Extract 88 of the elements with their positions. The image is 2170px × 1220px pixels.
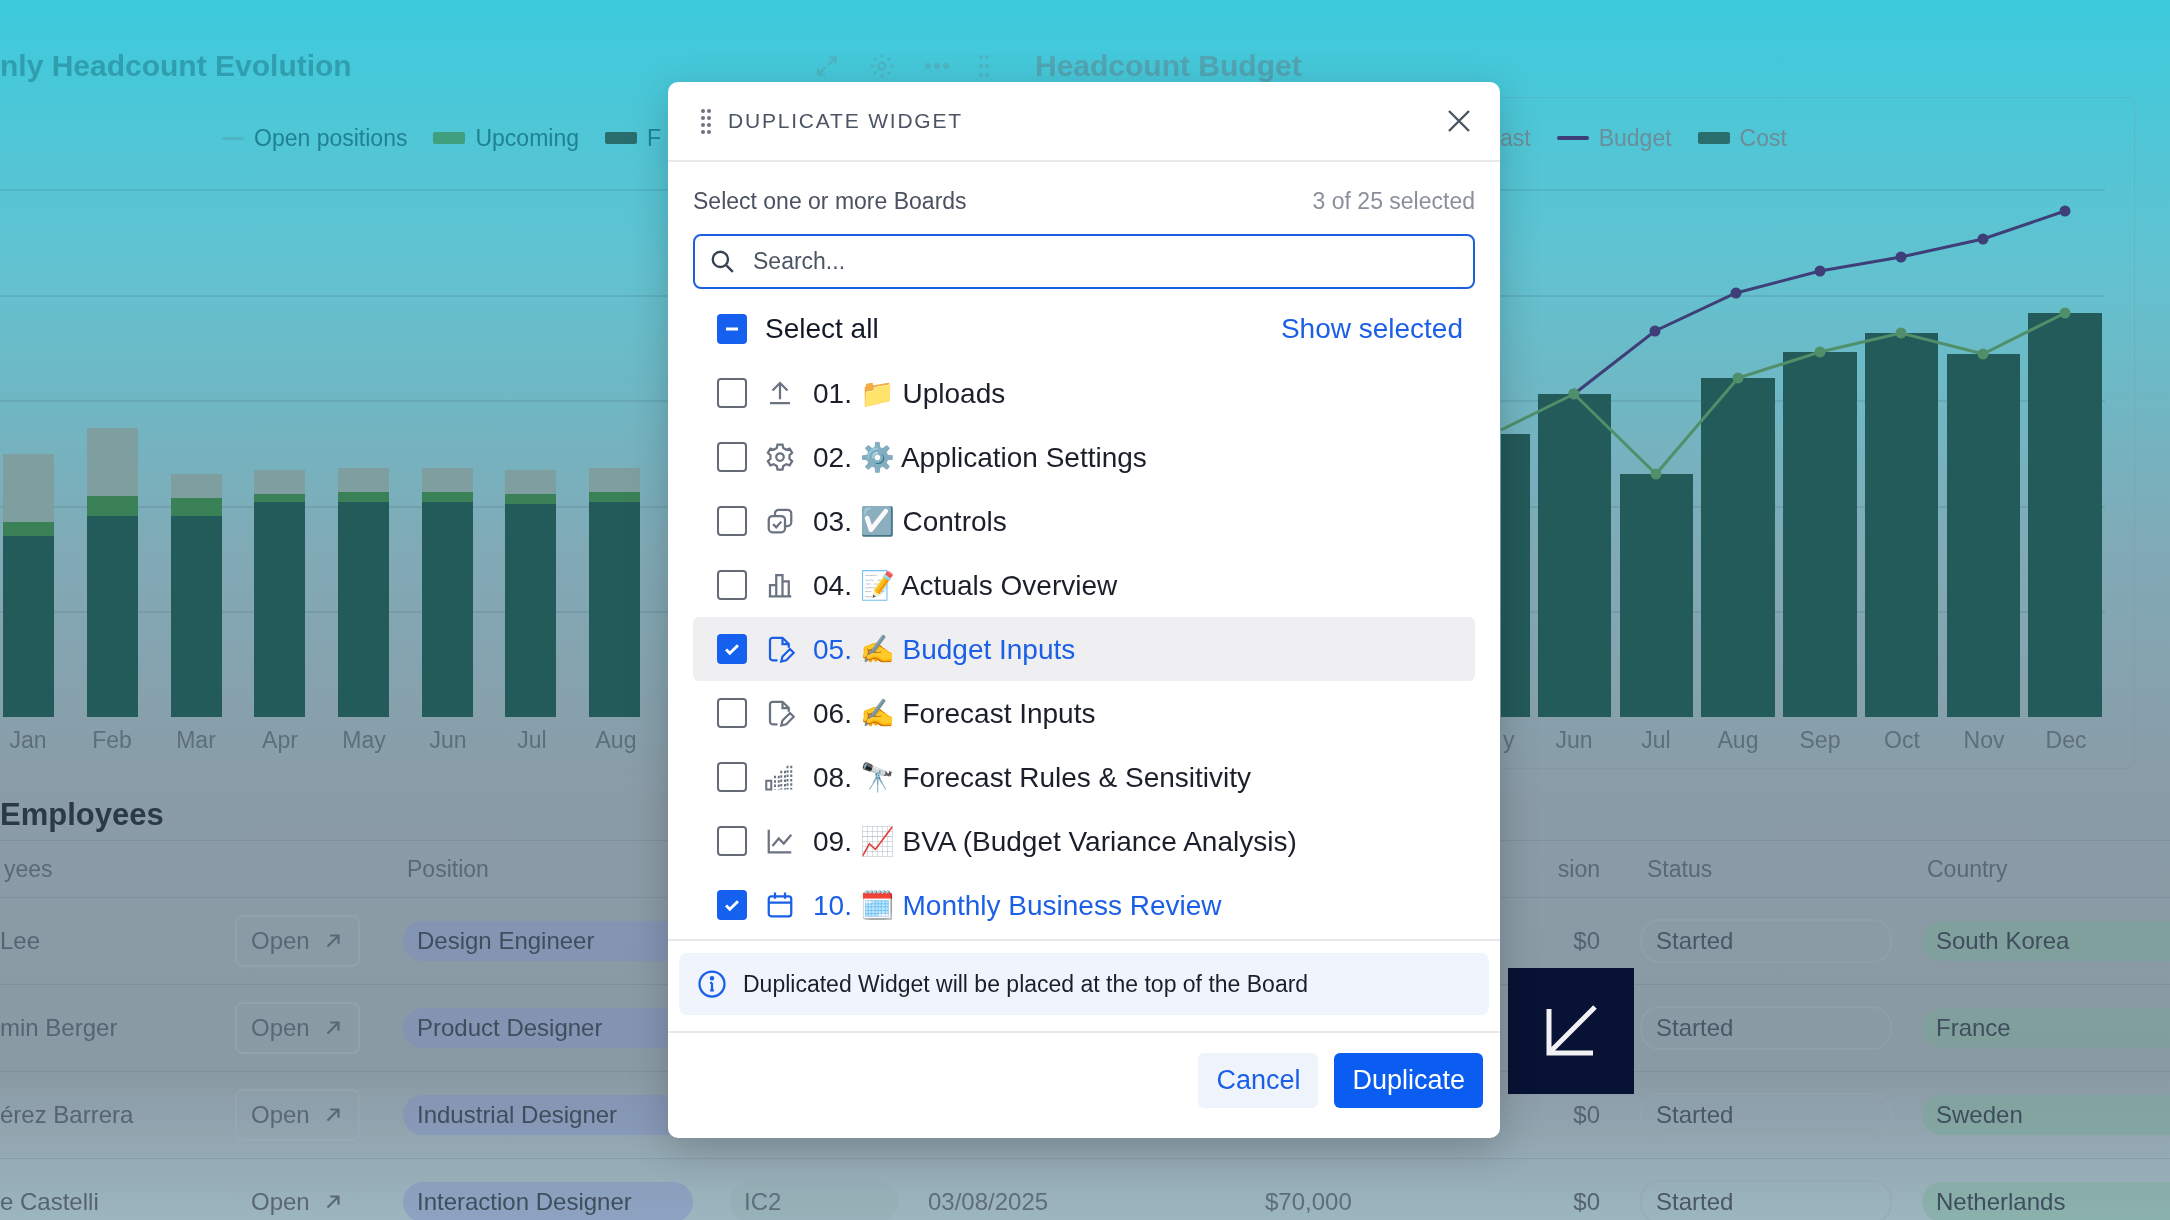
drag-handle-icon[interactable] [978,54,990,78]
data-point [1895,251,1907,263]
bar-segment [171,474,222,498]
amount-cell: $0 [1573,1101,1600,1129]
section-title: Employees [0,796,164,834]
board-label: 06. ✍ Forecast Inputs [813,696,1096,730]
legend-swatch [433,132,466,144]
checkbox[interactable] [717,442,747,472]
board-item[interactable]: 10. 🗓 Monthly Business Review [693,873,1475,937]
checkbox[interactable] [717,506,747,536]
status-tag: Started [1640,1006,1892,1050]
drag-handle-icon[interactable] [700,108,712,134]
checkbox[interactable] [717,378,747,408]
data-point [1730,287,1742,299]
board-label: 05. ✍ Budget Inputs [813,632,1076,666]
legend-label: Open positions [254,124,408,152]
prompt-text: Select one or more Boards [693,187,967,215]
checkbox[interactable] [717,698,747,728]
legend-swatch [605,132,637,144]
board-item[interactable]: 03. ☑ Controls [693,489,1475,553]
board-label: 10. 🗓 Monthly Business Review [813,888,1222,922]
board-item[interactable]: 02. ⚙ Application Settings [693,425,1475,489]
checkbox[interactable] [717,826,747,856]
data-point [1895,327,1907,339]
country-tag: France [1922,1008,2170,1048]
checkbox[interactable] [717,314,747,344]
data-point [2059,307,2071,319]
data-point [1814,346,1826,358]
board-item[interactable]: 05. ✍ Budget Inputs [693,617,1475,681]
search-field[interactable]: Search... [693,234,1475,289]
settings-icon [765,442,795,472]
employee-name: érez Barrera [0,1101,134,1129]
info-icon [697,969,727,999]
legend-label: Upcoming [475,124,579,152]
checkbox[interactable] [717,634,747,664]
board-label: 01. 📁 Uploads [813,376,1006,410]
collapse-button[interactable] [1508,968,1634,1094]
info-text: Duplicated Widget will be placed at the top of the Board [743,970,1309,998]
country-tag: South Korea [1922,921,2170,961]
copy-check-icon [765,506,795,536]
checkbox[interactable] [717,570,747,600]
board-item[interactable]: 09. 📈 BVA (Budget Variance Analysis) [693,809,1475,873]
status-tag: Started [1640,1180,1892,1220]
board-label: 02. ⚙ Application Settings [813,440,1147,474]
position-tag: Interaction Designer [403,1182,693,1220]
selection-count: 3 of 25 selected [1312,187,1475,215]
data-point [1977,348,1989,360]
search-icon [709,248,735,274]
legend-swatch [1697,132,1730,144]
board-label: 03. ☑ Controls [813,504,1007,538]
close-icon [1447,109,1471,133]
board-label: 09. 📈 BVA (Budget Variance Analysis) [813,824,1297,858]
board-item[interactable]: 06. ✍ Forecast Inputs [693,681,1475,745]
employee-name: e Castelli [0,1188,99,1216]
amount-cell: $70,000 [1265,1188,1352,1216]
check-icon [724,898,740,912]
data-point [1977,233,1989,245]
legend-label: Budget [1598,124,1672,152]
board-item[interactable]: 08. 🔭 Forecast Rules & Sensitivity [693,745,1475,809]
cancel-button[interactable]: Cancel [1198,1053,1319,1108]
checkbox[interactable] [717,890,747,920]
board-label: 08. 🔭 Forecast Rules & Sensitivity [813,760,1252,794]
dialog-title: DUPLICATE WIDGET [728,109,964,133]
date-cell: 03/08/2025 [928,1188,1049,1216]
legend-label: Cost [1739,124,1787,152]
level-tag: IC2 [730,1182,898,1220]
legend-label: ast [1500,124,1531,152]
data-point [1814,265,1826,277]
legend-label: F [647,124,662,152]
checkbox[interactable] [717,762,747,792]
board-item[interactable]: 01. 📁 Uploads [693,361,1475,425]
show-selected-link[interactable]: Show selected [1280,313,1463,345]
data-point [1732,372,1744,384]
country-tag: Sweden [1922,1095,2170,1135]
data-point [2059,205,2071,217]
data-point [1650,468,1662,480]
data-point [1649,325,1661,337]
legend-swatch [1556,136,1589,140]
check-icon [724,642,740,656]
calendar-icon [765,890,795,920]
country-tag: Netherlands [1922,1182,2170,1220]
board-item[interactable]: 04. 📝 Actuals Overview [693,553,1475,617]
amount-cell: $0 [1573,1188,1600,1216]
board-label: 04. 📝 Actuals Overview [813,568,1118,602]
duplicate-button[interactable]: Duplicate [1334,1053,1483,1108]
minus-icon [723,326,741,332]
status-tag: Started [1640,919,1892,963]
select-all-label[interactable]: Select all [765,313,1263,345]
